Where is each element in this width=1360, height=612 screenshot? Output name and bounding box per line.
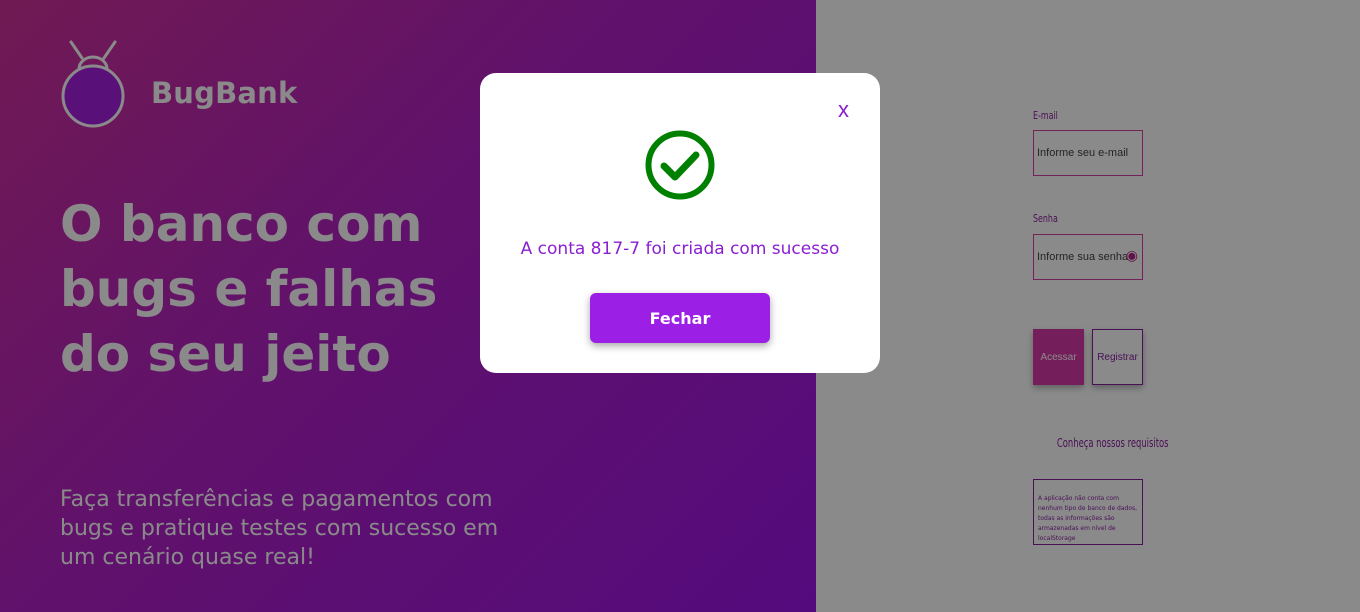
page: BugBank O banco com bugs e falhas do seu…: [0, 0, 1360, 612]
success-modal: x A conta 817-7 foi criada com sucesso F…: [480, 73, 880, 373]
close-modal-button[interactable]: Fechar: [590, 293, 770, 343]
close-button[interactable]: x: [838, 97, 849, 123]
modal-message: A conta 817-7 foi criada com sucesso: [520, 239, 840, 259]
check-circle-icon: [645, 130, 715, 200]
